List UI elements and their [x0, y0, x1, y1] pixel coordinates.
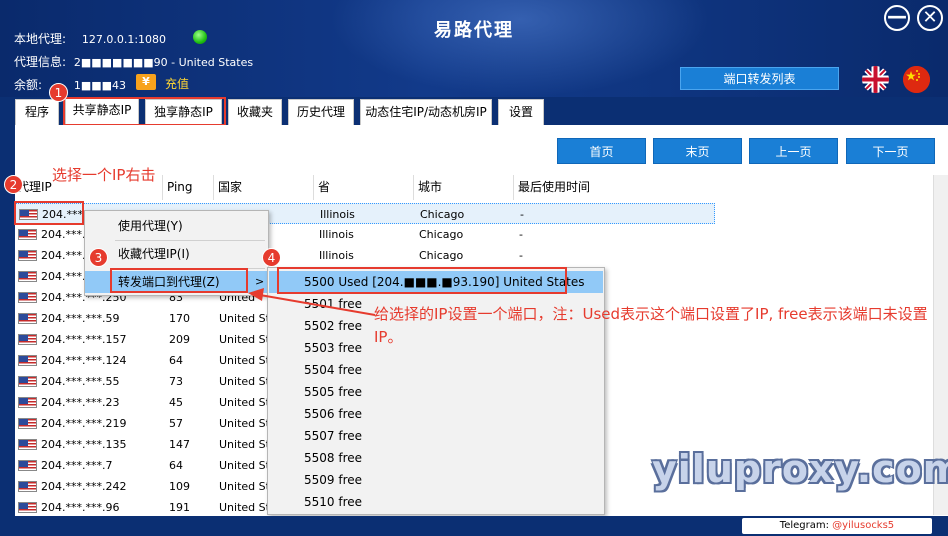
cell-ping: 64: [169, 354, 183, 367]
step-badge-1: 1: [49, 83, 68, 102]
cell-state: Illinois: [320, 208, 355, 221]
cell-ip: 204.***.***.7: [41, 459, 113, 472]
next-page-button[interactable]: 下一页: [846, 138, 935, 164]
hint-select-ip: 选择一个IP右击: [52, 166, 156, 184]
minimize-button[interactable]: —: [884, 5, 910, 31]
cell-ip: 204.***.***.135: [41, 438, 127, 451]
cell-state: Illinois: [319, 228, 354, 241]
tab-history[interactable]: 历史代理: [288, 99, 354, 125]
us-flag-icon: [18, 355, 37, 366]
cell-city: Chicago: [419, 228, 464, 241]
tab-program[interactable]: 程序: [15, 99, 59, 125]
us-flag-icon: [18, 250, 37, 261]
cell-ip: 204.***.***.219: [41, 417, 127, 430]
coin-icon: ¥: [136, 74, 156, 90]
close-button[interactable]: ✕: [917, 5, 943, 31]
cell-ping: 109: [169, 480, 190, 493]
step-badge-4: 4: [262, 248, 281, 267]
cell-ping: 57: [169, 417, 183, 430]
annotation-text: 给选择的IP设置一个端口，注：Used表示这个端口设置了IP, free表示该端…: [374, 305, 928, 346]
telegram-contact[interactable]: Telegram: @yilusocks5: [742, 518, 932, 534]
telegram-label: Telegram:: [779, 520, 833, 531]
cell-ping: 191: [169, 501, 190, 514]
us-flag-icon: [18, 439, 37, 450]
cell-ip: 204.***.***.96: [41, 501, 120, 514]
cell-ping: 64: [169, 459, 183, 472]
cell-state: Illinois: [319, 249, 354, 262]
recharge-link[interactable]: 充值: [165, 75, 189, 92]
proxy-info-label: 代理信息:: [14, 55, 67, 69]
column-ping[interactable]: Ping: [163, 175, 214, 200]
cell-ip: 204.***.***.242: [41, 480, 127, 493]
cell-ip: 204.***.***.157: [41, 333, 127, 346]
proxy-info-row: 代理信息: 2■■■■■■■90 - United States: [14, 53, 253, 70]
cell-ping: 45: [169, 396, 183, 409]
port-item-free[interactable]: 5507 free: [269, 425, 603, 447]
port-item-free[interactable]: 5506 free: [269, 403, 603, 425]
tab-settings[interactable]: 设置: [498, 99, 544, 125]
tab-dynamic-ip[interactable]: 动态住宅IP/动态机房IP: [360, 99, 492, 125]
cell-ping: 209: [169, 333, 190, 346]
us-flag-icon: [18, 502, 37, 513]
tab-favorites[interactable]: 收藏夹: [228, 99, 282, 125]
cell-last: -: [519, 249, 523, 262]
telegram-handle[interactable]: @yilusocks5: [832, 520, 894, 531]
local-proxy-label: 本地代理:: [14, 32, 67, 46]
us-flag-icon: [18, 481, 37, 492]
cell-ping: 170: [169, 312, 190, 325]
cell-ip: 204.***.***.55: [41, 375, 120, 388]
port-item-free[interactable]: 5510 free: [269, 491, 603, 513]
step-badge-3: 3: [89, 248, 108, 267]
proxy-info-value: 2■■■■■■■90 - United States: [73, 56, 254, 69]
port-item-free[interactable]: 5508 free: [269, 447, 603, 469]
menu-highlight-frame: [110, 268, 248, 293]
last-page-button[interactable]: 末页: [653, 138, 742, 164]
step-badge-2: 2: [4, 175, 23, 194]
column-country[interactable]: 国家: [214, 175, 314, 200]
balance-label: 余额:: [14, 78, 43, 92]
prev-page-button[interactable]: 上一页: [749, 138, 838, 164]
menu-item-favorite-ip[interactable]: 收藏代理IP(I): [85, 243, 268, 265]
port-forward-list-button[interactable]: 端口转发列表: [680, 67, 839, 90]
column-city[interactable]: 城市: [414, 175, 514, 200]
cell-last: -: [519, 228, 523, 241]
port-item-free[interactable]: 5505 free: [269, 381, 603, 403]
cell-ip: 204.***.***.23: [41, 396, 120, 409]
connection-status-icon: [193, 30, 207, 44]
selected-ip-highlight-frame: [14, 201, 84, 225]
port-item-free[interactable]: 5504 free: [269, 359, 603, 381]
balance-row: 余额: 1■■■43: [14, 76, 126, 93]
english-language-icon[interactable]: [862, 66, 889, 93]
cell-ping: 73: [169, 375, 183, 388]
local-proxy-value: 127.0.0.1:1080: [81, 33, 167, 46]
menu-item-use-proxy[interactable]: 使用代理(Y): [85, 215, 268, 237]
tabs-highlight-frame: [63, 97, 226, 126]
chinese-language-icon[interactable]: [903, 66, 930, 93]
us-flag-icon: [18, 229, 37, 240]
us-flag-icon: [18, 397, 37, 408]
cell-last: -: [520, 208, 524, 221]
us-flag-icon: [18, 460, 37, 471]
us-flag-icon: [18, 334, 37, 345]
cell-ping: 147: [169, 438, 190, 451]
column-last-used[interactable]: 最后使用时间: [514, 175, 933, 200]
us-flag-icon: [18, 292, 37, 303]
balance-value: 1■■■43: [73, 79, 127, 92]
cell-ip: 204.***.***.59: [41, 312, 120, 325]
cell-city: Chicago: [419, 249, 464, 262]
us-flag-icon: [18, 418, 37, 429]
menu-separator: [115, 240, 265, 241]
column-state[interactable]: 省: [314, 175, 414, 200]
first-page-button[interactable]: 首页: [557, 138, 646, 164]
local-proxy-row: 本地代理: 127.0.0.1:1080: [14, 30, 166, 47]
annotation-arrow-icon: [248, 288, 376, 316]
us-flag-icon: [18, 313, 37, 324]
watermark: yiluproxy.com: [652, 447, 948, 491]
cell-ip: 204.***.***.124: [41, 354, 127, 367]
cell-city: Chicago: [420, 208, 465, 221]
port-item-free[interactable]: 5509 free: [269, 469, 603, 491]
us-flag-icon: [18, 376, 37, 387]
us-flag-icon: [18, 271, 37, 282]
